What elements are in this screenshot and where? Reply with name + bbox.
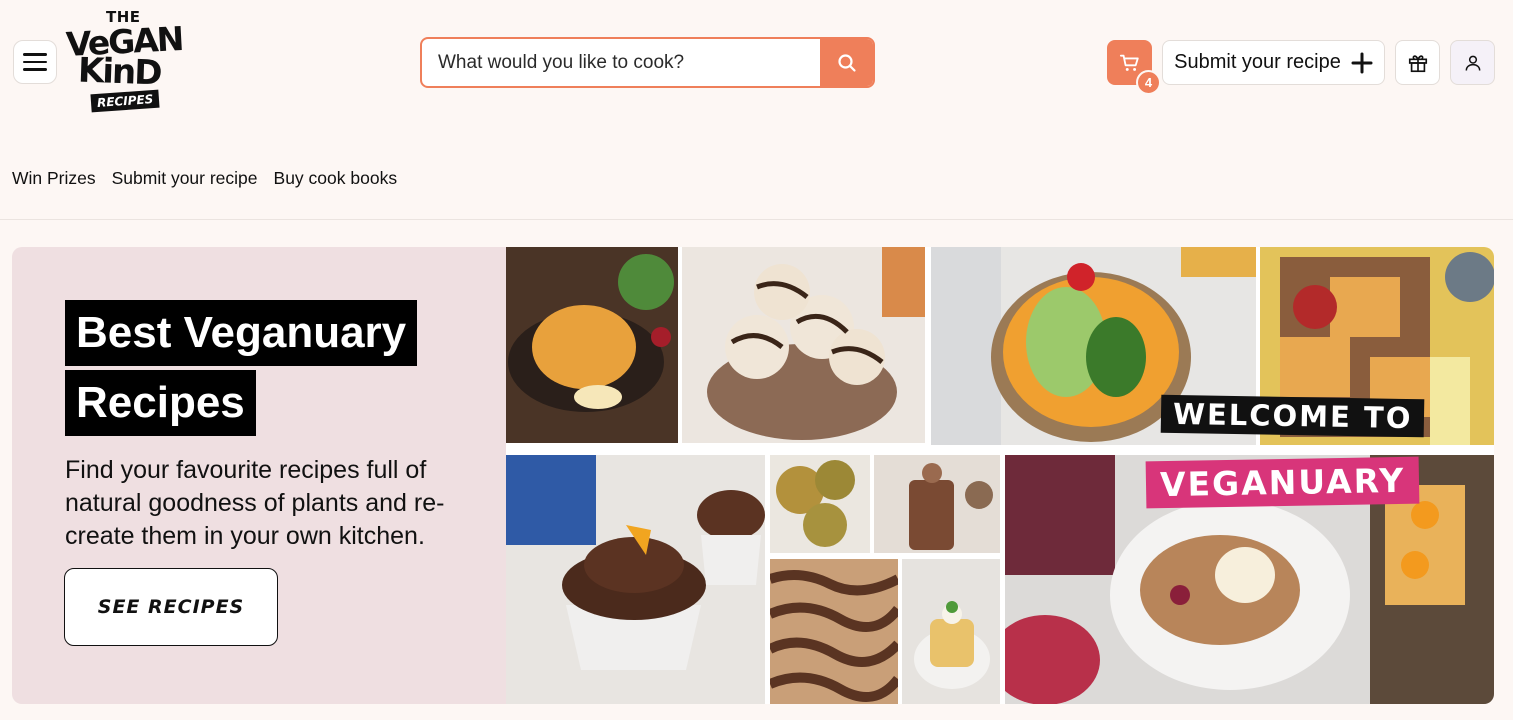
nav-buy-cook-books[interactable]: Buy cook books: [274, 168, 398, 189]
header-divider: [0, 219, 1513, 220]
chocolate-mousse-photo: [874, 455, 1000, 553]
search-input[interactable]: [422, 39, 820, 86]
plus-icon: [1351, 52, 1373, 73]
menu-icon: [23, 53, 47, 56]
logo-recipes-badge: RECIPES: [90, 89, 160, 113]
welcome-banner-label: WELCOME TO: [1160, 394, 1425, 438]
hero-banner: Best Veganuary Recipes Find your favouri…: [12, 247, 1494, 704]
see-recipes-button[interactable]: SEE RECIPES: [64, 568, 278, 646]
veganuary-banner-label: VEGANUARY: [1145, 456, 1420, 509]
pie-photo: [506, 247, 678, 443]
search-bar: [420, 37, 875, 88]
user-icon: [1465, 55, 1480, 71]
submit-recipe-label: Submit your recipe: [1174, 51, 1341, 73]
cart-icon: [1119, 54, 1139, 71]
pancakes-photo: [902, 559, 1000, 704]
account-button[interactable]: [1450, 40, 1495, 85]
marble-tart-photo: [770, 559, 898, 704]
gift-icon: [1408, 54, 1427, 72]
hero-text-panel: Best Veganuary Recipes Find your favouri…: [12, 247, 506, 704]
main-nav: Win Prizes Submit your recipe Buy cook b…: [12, 168, 397, 189]
nav-win-prizes[interactable]: Win Prizes: [12, 168, 96, 189]
site-logo[interactable]: THE VeGAN KinD RECIPES: [65, 8, 183, 116]
hero-title-line-1: Best Veganuary: [65, 300, 418, 366]
search-button[interactable]: [820, 39, 873, 86]
fritters-photo: [770, 455, 870, 553]
truffles-photo: [682, 247, 925, 443]
menu-button[interactable]: [13, 40, 57, 84]
cart-count-badge: 4: [1136, 70, 1161, 95]
submit-recipe-button[interactable]: Submit your recipe: [1162, 40, 1385, 85]
logo-kind: KinD: [77, 50, 162, 94]
nav-submit-recipe[interactable]: Submit your recipe: [112, 168, 258, 189]
hero-description: Find your favourite recipes full of natu…: [65, 456, 445, 550]
search-icon: [837, 53, 856, 72]
gift-button[interactable]: [1395, 40, 1440, 85]
site-header: THE VeGAN KinD RECIPES 4 Submit your rec…: [0, 0, 1513, 125]
cupcake-photo: [506, 455, 765, 704]
food-collage-image[interactable]: WELCOME TO VEGANUARY: [506, 247, 1494, 704]
hero-title-line-2: Recipes: [65, 370, 256, 436]
